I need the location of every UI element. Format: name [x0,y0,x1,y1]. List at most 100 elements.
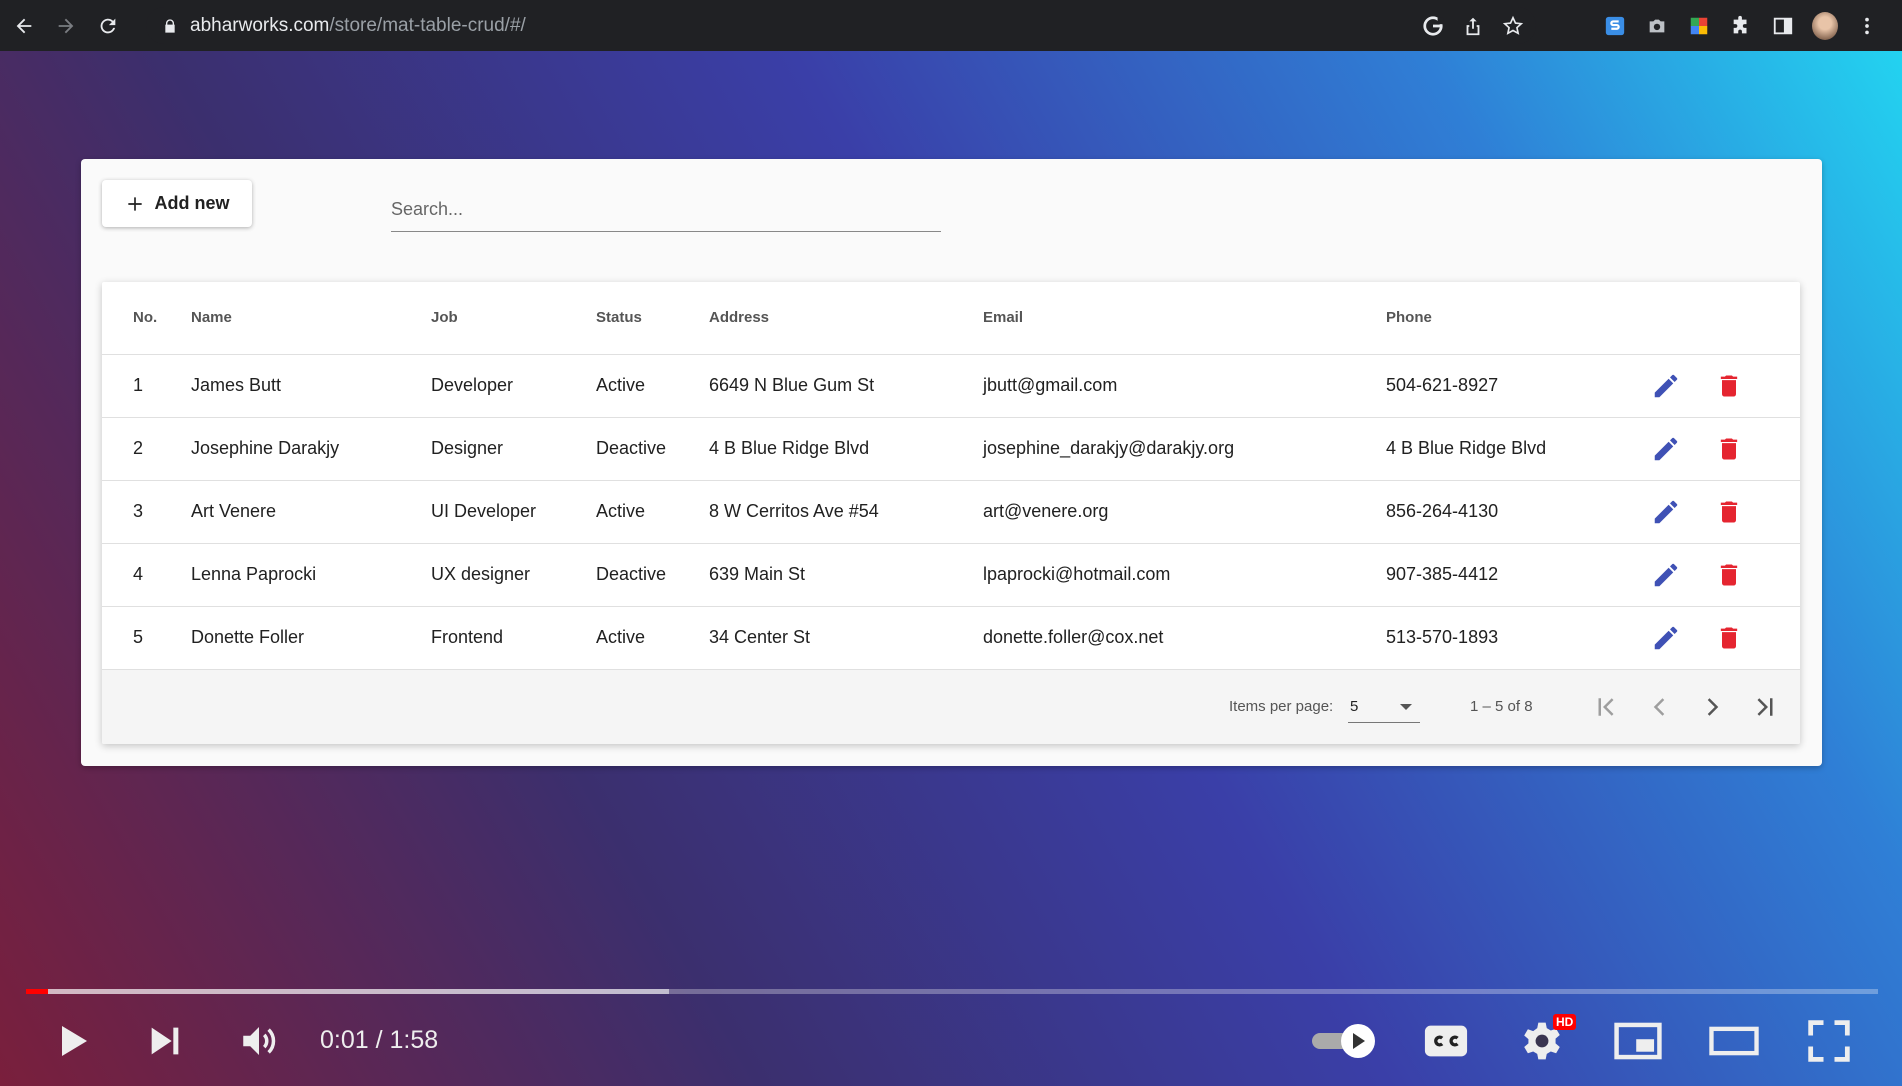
captions-button[interactable] [1423,1018,1469,1064]
autoplay-toggle[interactable] [1310,1018,1380,1064]
cell-email: josephine_darakjy@darakjy.org [983,438,1235,458]
cell-email: art@venere.org [983,501,1109,521]
edit-button[interactable] [1651,371,1681,401]
pencil-icon [1654,626,1678,650]
trash-icon [1720,501,1738,523]
avatar[interactable] [1812,11,1838,40]
edit-button[interactable] [1651,497,1681,527]
fullscreen-button[interactable] [1807,1018,1851,1064]
page-size-select[interactable]: 5 [1348,694,1420,723]
first-page-button[interactable] [1591,692,1621,722]
video-progress-bar[interactable] [26,989,1878,994]
puzzle-icon[interactable] [1728,13,1754,39]
column-header-no: No. [133,309,158,326]
miniplayer-button[interactable] [1613,1018,1663,1064]
color-extension-icon[interactable] [1686,13,1712,39]
cell-job: UX designer [431,564,531,584]
search-input[interactable] [391,189,941,229]
cell-phone: 907-385-4412 [1386,564,1499,584]
camera-extension-icon[interactable] [1644,13,1670,39]
autoplay-icon [1312,1024,1375,1058]
paginator: Items per page: 5 1 – 5 of 8 [102,670,1800,744]
play-icon [62,1026,87,1056]
volume-button[interactable] [238,1018,280,1064]
cell-status: Active [596,627,646,647]
star-icon[interactable] [1502,15,1524,37]
add-new-button[interactable]: Add new [102,180,252,227]
search-field [391,189,941,232]
miniplayer-icon [1614,1022,1662,1060]
reload-icon [100,18,116,33]
delete-button[interactable] [1715,497,1743,527]
browser-toolbar: abharworks.com/store/mat-table-crud/#/ [0,0,1902,51]
share-icon[interactable] [1462,15,1484,37]
cell-name: Art Venere [191,501,277,521]
cell-email: jbutt@gmail.com [983,375,1118,395]
plus-icon [127,196,142,211]
back-button[interactable] [6,8,42,44]
hd-badge: HD [1553,1014,1577,1030]
column-header-address: Address [709,309,770,326]
table-row: 2 Josephine Darakjy Designer Deactive 4 B Bl… [102,417,1800,481]
arrow-left-icon [16,18,32,33]
cell-address: 34 Center St [709,627,811,647]
column-header-name: Name [191,309,232,326]
extensions-bar [1602,0,1880,51]
delete-button[interactable] [1715,623,1743,653]
delete-button[interactable] [1715,560,1743,590]
cell-no: 1 [133,375,144,395]
last-page-button[interactable] [1750,692,1780,722]
table-header: No. Name Job Status Address Email Phone [102,282,1800,355]
theater-mode-icon [1709,1026,1759,1056]
edit-button[interactable] [1651,560,1681,590]
pencil-icon [1654,374,1678,398]
s-extension-icon[interactable] [1602,13,1628,39]
volume-icon [243,1027,276,1055]
google-icon[interactable] [1422,15,1444,37]
lock-icon [165,18,175,33]
next-page-button[interactable] [1697,692,1727,722]
cell-address: 639 Main St [709,564,806,584]
cell-no: 5 [133,627,144,647]
next-video-button[interactable] [145,1018,185,1064]
edit-button[interactable] [1651,623,1681,653]
cell-no: 2 [133,438,144,458]
kebab-menu-icon[interactable] [1854,13,1880,39]
column-header-job: Job [431,309,458,326]
url-host: abharworks.com [190,14,330,36]
delete-button[interactable] [1715,434,1743,464]
fullscreen-icon [1808,1020,1850,1062]
address-bar[interactable]: abharworks.com/store/mat-table-crud/#/ [146,7,1536,44]
previous-page-button[interactable] [1645,692,1675,722]
edit-button[interactable] [1651,434,1681,464]
progress-played [26,989,49,994]
items-per-page-label: Items per page: [1229,698,1334,715]
cell-phone: 4 B Blue Ridge Blvd [1386,438,1547,458]
reload-button[interactable] [90,8,126,44]
cell-address: 4 B Blue Ridge Blvd [709,438,870,458]
cell-no: 3 [133,501,144,521]
forward-button[interactable] [48,8,84,44]
trash-icon [1720,564,1738,586]
cell-status: Deactive [596,438,667,458]
cell-address: 6649 N Blue Gum St [709,375,875,395]
delete-button[interactable] [1715,371,1743,401]
arrow-right-icon [58,18,74,33]
table-row: 1 James Butt Developer Active 6649 N Blue Gu… [102,354,1800,418]
theater-mode-button[interactable] [1708,1018,1760,1064]
cell-status: Active [596,375,646,395]
chevron-left-icon [1653,698,1665,716]
column-header-email: Email [983,309,1024,326]
caret-down-icon [1400,704,1412,710]
side-panel-icon[interactable] [1770,13,1796,39]
closed-captions-icon [1424,1025,1468,1057]
play-button[interactable] [52,1018,92,1064]
cell-address: 8 W Cerritos Ave #54 [709,501,879,521]
cell-phone: 856-264-4130 [1386,501,1499,521]
progress-buffered [26,989,669,994]
page-range-label: 1 – 5 of 8 [1470,698,1533,715]
table-row: 5 Donette Foller Frontend Active 34 Center S… [102,606,1800,670]
last-page-icon [1757,698,1773,716]
cell-no: 4 [133,564,144,584]
cell-job: Developer [431,375,514,395]
